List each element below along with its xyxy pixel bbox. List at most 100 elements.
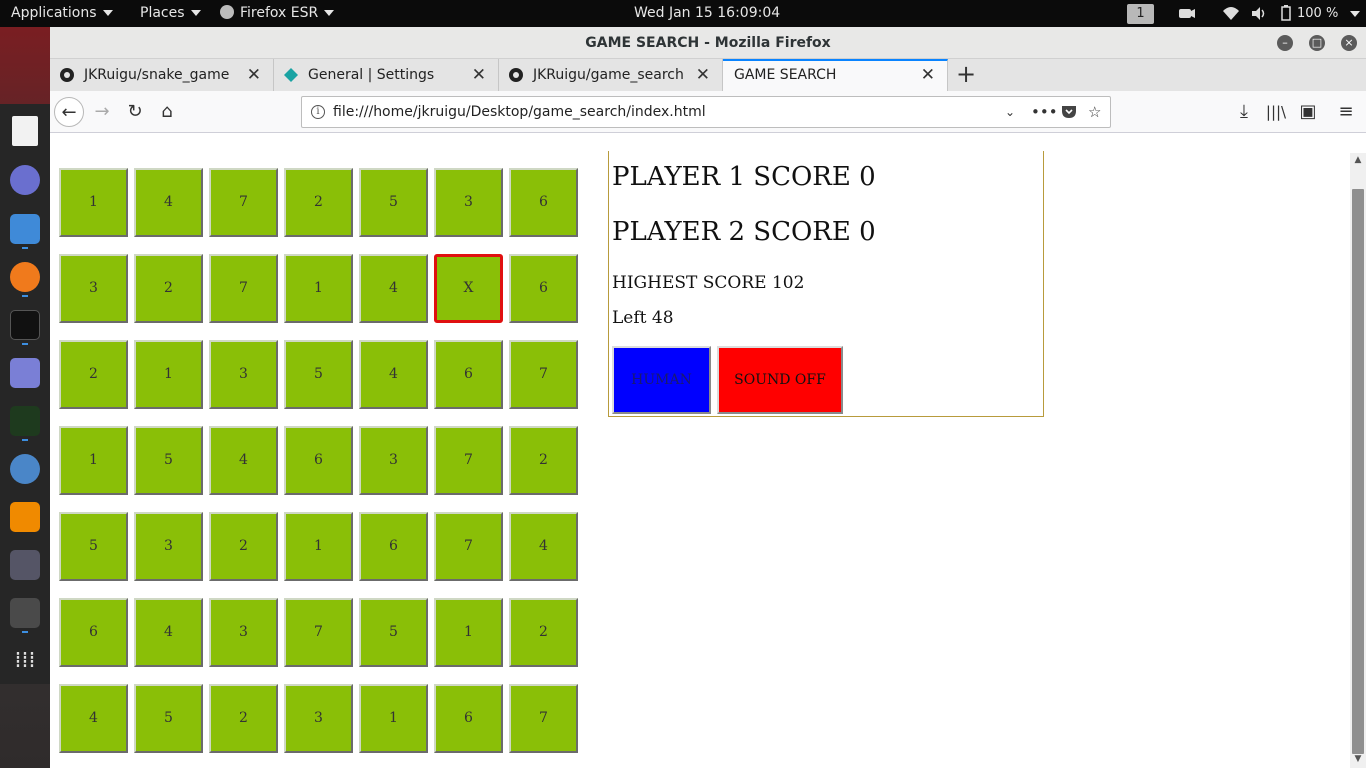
board-cell[interactable]: 4 [359, 340, 428, 409]
page-actions-icon[interactable]: ••• [1031, 97, 1058, 127]
board-cell[interactable]: 5 [284, 340, 353, 409]
vlc-icon[interactable] [10, 502, 40, 532]
volume-icon[interactable] [1250, 0, 1268, 27]
board-cell[interactable]: 6 [284, 426, 353, 495]
minimize-button[interactable]: – [1277, 35, 1293, 51]
board-cell[interactable]: X [434, 254, 503, 323]
close-tab-icon[interactable]: ✕ [472, 59, 486, 91]
board-cell[interactable]: 5 [134, 684, 203, 753]
board-cell[interactable]: 7 [434, 512, 503, 581]
tab-game-search[interactable]: GAME SEARCH ✕ [723, 59, 948, 91]
vertical-scrollbar[interactable]: ▲ ▼ [1350, 153, 1366, 768]
board-cell[interactable]: 2 [209, 512, 278, 581]
board-cell[interactable]: 1 [359, 684, 428, 753]
board-cell[interactable]: 2 [59, 340, 128, 409]
bookmark-star-icon[interactable]: ☆ [1088, 97, 1101, 127]
system-monitor-icon[interactable] [10, 406, 40, 436]
sidebar-icon[interactable]: ▣ [1293, 97, 1323, 127]
scrollbar-thumb[interactable] [1352, 189, 1364, 754]
downloads-icon[interactable]: ⤓ [1229, 97, 1259, 127]
board-cell[interactable]: 1 [59, 168, 128, 237]
scroll-up-arrow-icon[interactable]: ▲ [1350, 155, 1366, 165]
board-cell[interactable]: 5 [359, 598, 428, 667]
chevron-down-icon[interactable]: ⌄ [1005, 97, 1015, 127]
board-cell[interactable]: 1 [434, 598, 503, 667]
board-cell[interactable]: 6 [359, 512, 428, 581]
board-cell[interactable]: 7 [509, 340, 578, 409]
places-menu[interactable]: Places [140, 0, 201, 27]
board-cell[interactable]: 6 [59, 598, 128, 667]
board-cell[interactable]: 4 [359, 254, 428, 323]
tab-snake-game[interactable]: JKRuigu/snake_game ✕ [50, 59, 274, 91]
board-cell[interactable]: 4 [134, 168, 203, 237]
settings-icon[interactable] [10, 550, 40, 580]
home-button[interactable]: ⌂ [152, 97, 182, 127]
board-cell[interactable]: 7 [509, 684, 578, 753]
firefox-app-menu[interactable]: Firefox ESR [220, 0, 335, 27]
board-cell[interactable]: 6 [434, 340, 503, 409]
board-cell[interactable]: 1 [134, 340, 203, 409]
board-cell[interactable]: 7 [209, 254, 278, 323]
sound-toggle-button[interactable]: SOUND OFF [717, 346, 843, 414]
terminal-icon[interactable] [10, 310, 40, 340]
board-cell[interactable]: 3 [284, 684, 353, 753]
board-cell[interactable]: 7 [284, 598, 353, 667]
board-cell[interactable]: 6 [434, 684, 503, 753]
url-bar[interactable]: i file:///home/jkruigu/Desktop/game_sear… [301, 96, 1111, 128]
close-tab-icon[interactable]: ✕ [247, 59, 261, 91]
board-cell[interactable]: 3 [209, 598, 278, 667]
tab-game-search-repo[interactable]: JKRuigu/game_search ✕ [499, 59, 723, 91]
board-cell[interactable]: 1 [59, 426, 128, 495]
firefox-dock-icon[interactable] [10, 262, 40, 292]
battery-icon[interactable] [1280, 0, 1292, 27]
close-tab-icon[interactable]: ✕ [921, 61, 935, 89]
hamburger-menu-icon[interactable]: ≡ [1331, 97, 1361, 127]
notes-icon[interactable] [10, 358, 40, 388]
board-cell[interactable]: 4 [59, 684, 128, 753]
library-icon[interactable]: |||\ [1261, 97, 1291, 127]
back-button[interactable]: ← [54, 97, 84, 127]
text-editor-icon[interactable] [12, 116, 38, 146]
board-cell[interactable]: 4 [209, 426, 278, 495]
camera-icon[interactable] [1178, 0, 1196, 27]
wifi-icon[interactable] [1222, 0, 1240, 27]
maximize-button[interactable]: □ [1309, 35, 1325, 51]
board-cell[interactable]: 3 [434, 168, 503, 237]
scroll-down-arrow-icon[interactable]: ▼ [1350, 754, 1366, 764]
system-menu-chevron-icon[interactable] [1350, 11, 1360, 17]
close-window-button[interactable]: × [1341, 35, 1357, 51]
board-cell[interactable]: 7 [209, 168, 278, 237]
board-cell[interactable]: 1 [284, 512, 353, 581]
applications-menu[interactable]: Applications [11, 0, 113, 27]
board-cell[interactable]: 6 [509, 168, 578, 237]
board-cell[interactable]: 3 [359, 426, 428, 495]
new-tab-button[interactable]: + [956, 59, 976, 89]
board-cell[interactable]: 2 [134, 254, 203, 323]
sublime-text-icon[interactable] [10, 598, 40, 628]
board-cell[interactable]: 3 [209, 340, 278, 409]
board-cell[interactable]: 6 [509, 254, 578, 323]
tab-general-settings[interactable]: General | Settings ✕ [274, 59, 499, 91]
show-apps-grid-icon[interactable]: ⁞⁞⁞ [10, 646, 40, 676]
pocket-icon[interactable] [1061, 97, 1077, 137]
board-cell[interactable]: 1 [284, 254, 353, 323]
chromium-icon[interactable] [10, 454, 40, 484]
forward-button[interactable]: → [87, 97, 117, 127]
url-text[interactable]: file:///home/jkruigu/Desktop/game_search… [333, 97, 706, 127]
info-icon[interactable]: i [311, 105, 325, 119]
board-cell[interactable]: 4 [509, 512, 578, 581]
board-cell[interactable]: 2 [509, 598, 578, 667]
reload-button[interactable]: ↻ [120, 97, 150, 127]
board-cell[interactable]: 2 [509, 426, 578, 495]
human-button[interactable]: HUMAN [612, 346, 711, 414]
board-cell[interactable]: 3 [59, 254, 128, 323]
board-cell[interactable]: 3 [134, 512, 203, 581]
close-tab-icon[interactable]: ✕ [696, 59, 710, 91]
media-player-icon[interactable] [10, 165, 40, 195]
board-cell[interactable]: 2 [209, 684, 278, 753]
board-cell[interactable]: 2 [284, 168, 353, 237]
workspace-indicator[interactable]: 1 [1127, 4, 1154, 24]
board-cell[interactable]: 5 [359, 168, 428, 237]
board-cell[interactable]: 5 [59, 512, 128, 581]
board-cell[interactable]: 5 [134, 426, 203, 495]
